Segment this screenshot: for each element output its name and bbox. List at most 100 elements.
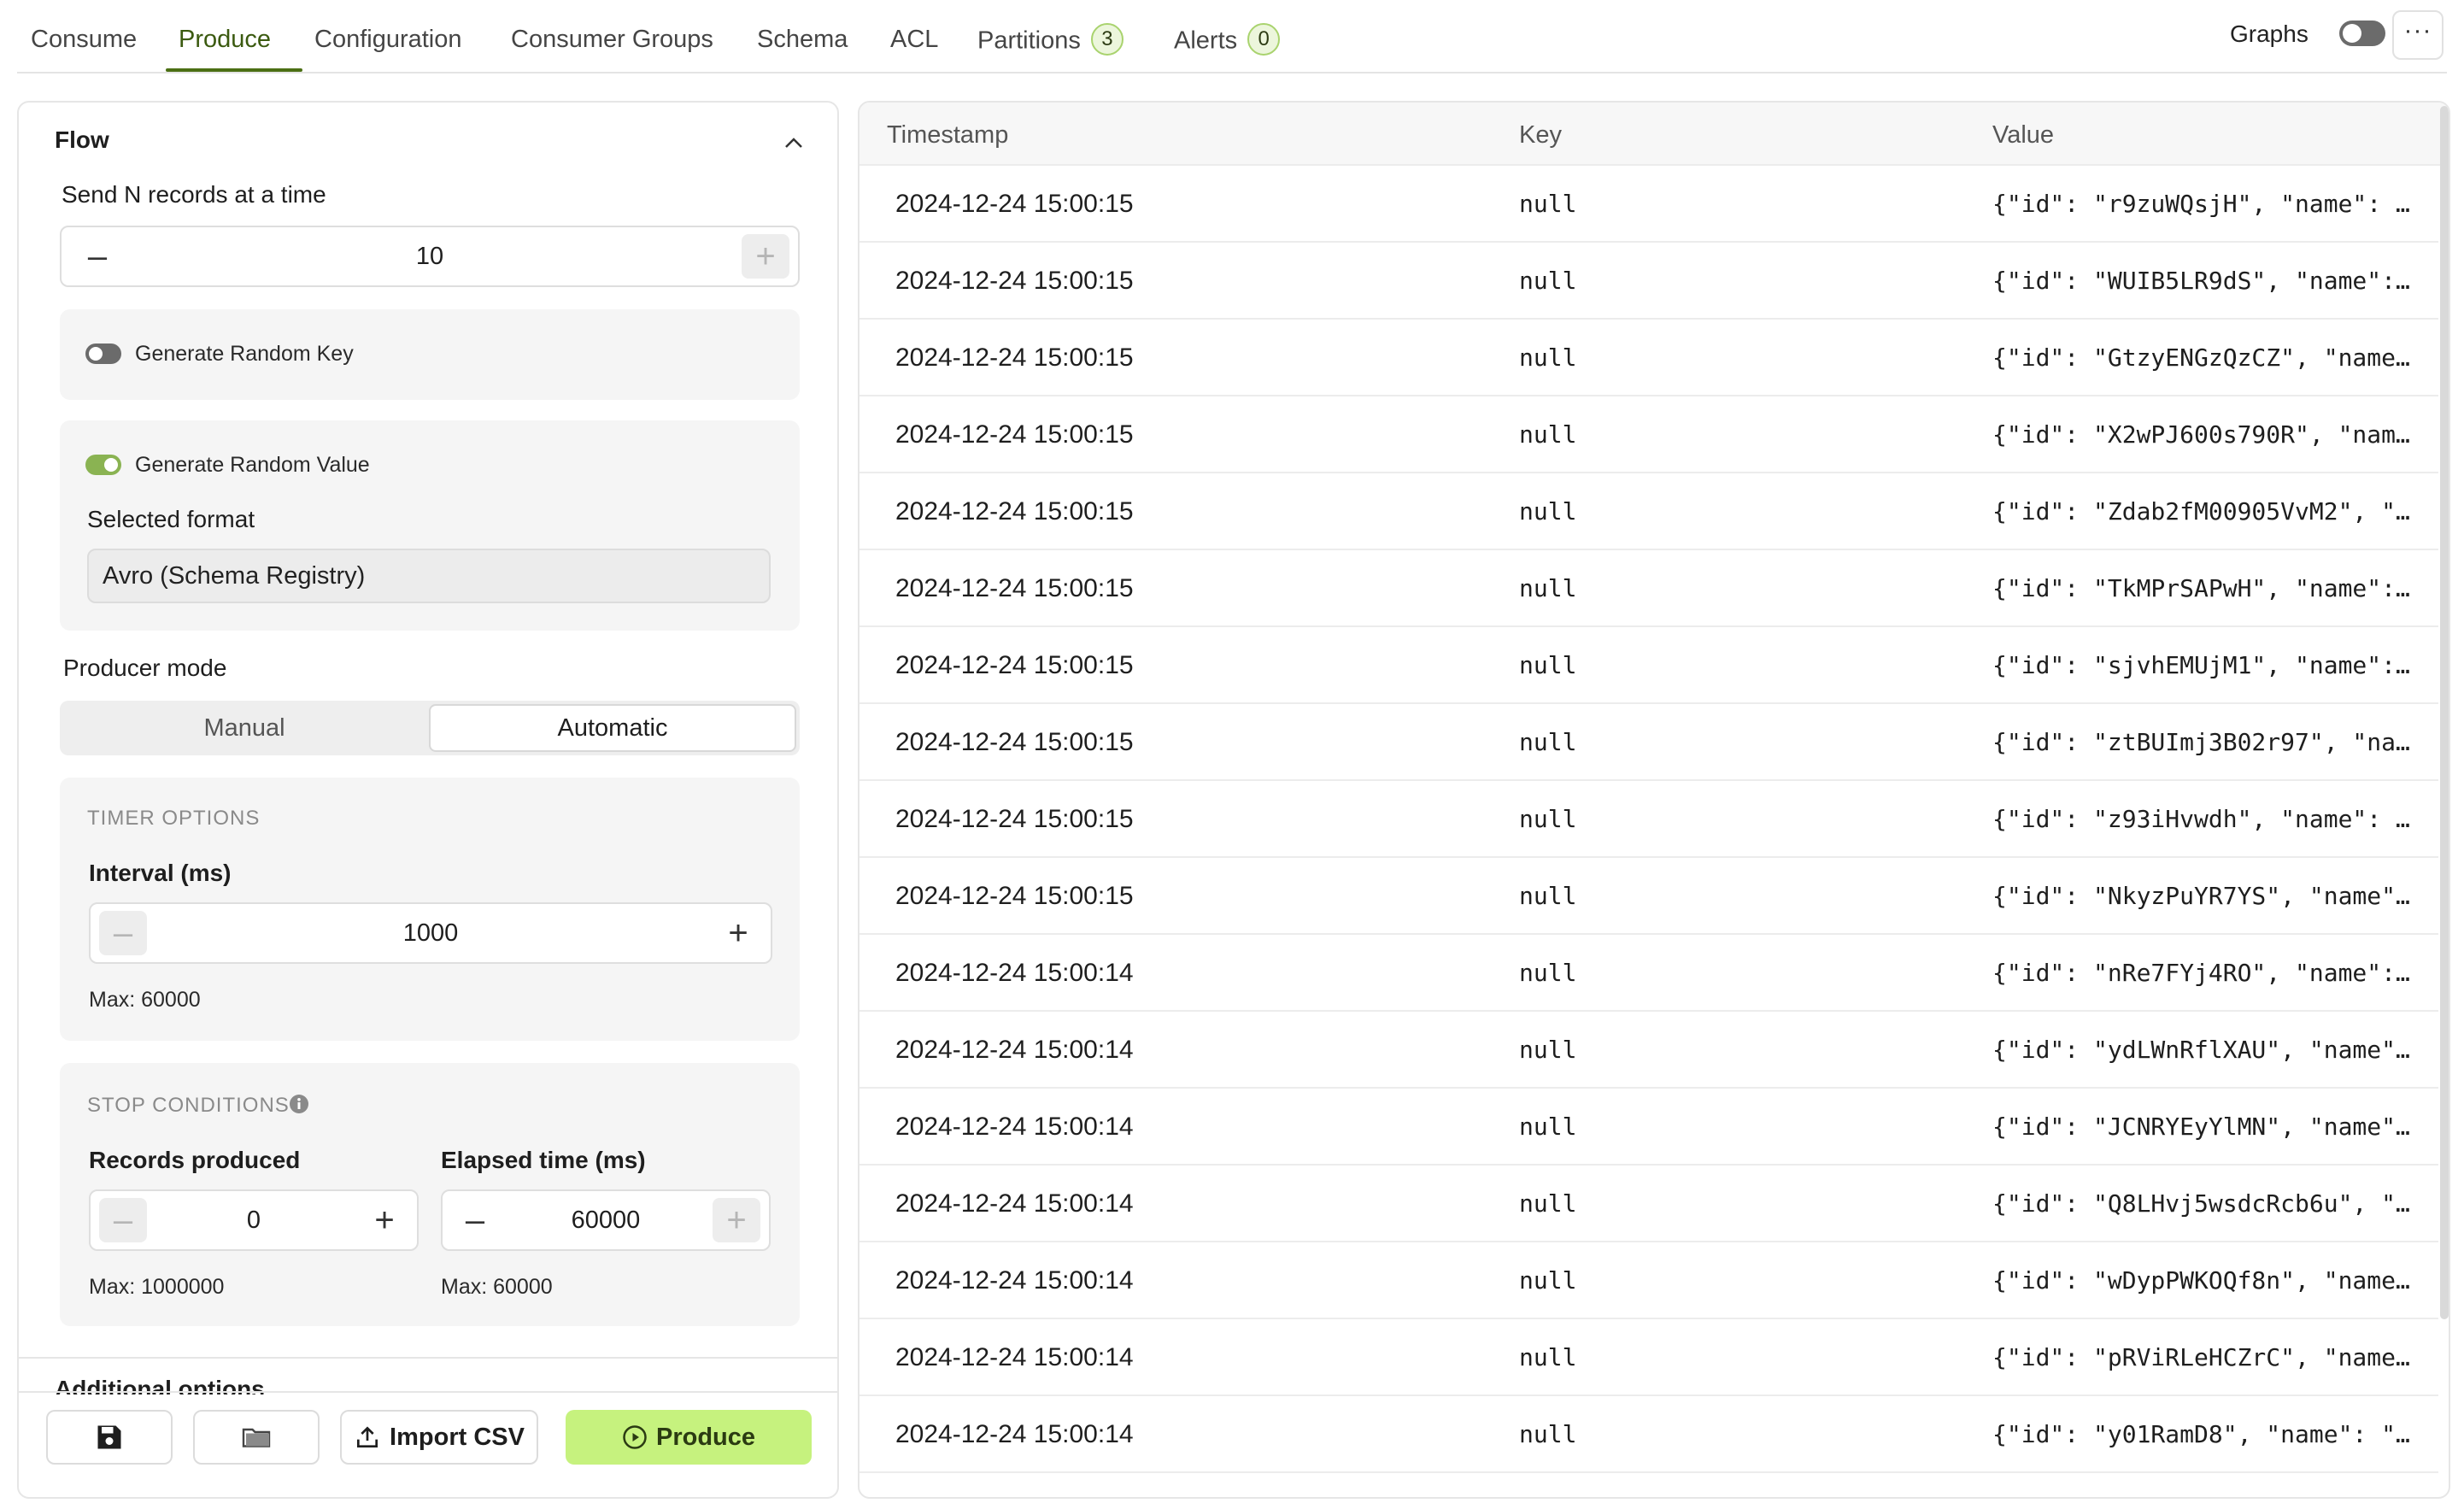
tab-label: Consume [31,26,138,53]
graphs-toggle[interactable] [2339,21,2385,46]
vertical-scrollbar[interactable] [2440,106,2449,1319]
decrement-button[interactable]: – [99,911,147,955]
table-row[interactable]: 2024-12-24 15:00:15 null {"id": "z93iHvwdh… [859,781,2438,858]
value-cell: {"id": "TkMPrSAPwH", "name":… [1992,574,2410,602]
table-row[interactable]: 2024-12-24 15:00:15 null {"id": "NkyzPuYR7… [859,858,2438,935]
tab-label: Produce [179,26,272,53]
elapsed-time-stepper[interactable]: 60000 – + [441,1189,771,1251]
timestamp-cell: 2024-12-24 15:00:14 [895,1420,1134,1448]
active-tab-indicator [166,68,302,72]
tab-configuration[interactable]: Configuration [314,26,462,54]
decrement-button[interactable]: – [73,234,121,279]
table-row[interactable]: 2024-12-24 15:00:15 null {"id": "r9zuWQsjH… [859,166,2438,243]
stepper-value: 1000 [402,919,459,947]
tab-label: Schema [757,26,848,53]
table-row[interactable]: 2024-12-24 15:00:15 null {"id": "ztBUImj3B… [859,704,2438,781]
key-cell: null [1519,805,1577,833]
random-key-toggle[interactable] [85,343,121,364]
table-row[interactable]: 2024-12-24 15:00:15 null {"id": "WUIB5LR9d… [859,243,2438,320]
table-row[interactable]: 2024-12-24 15:00:14 null {"id": "y01RamD8"… [859,1396,2438,1473]
increment-button[interactable]: + [742,234,789,279]
key-cell: null [1519,959,1577,987]
chevron-up-icon[interactable] [781,130,807,156]
key-cell: null [1519,343,1577,372]
increment-button[interactable]: + [713,1198,760,1242]
table-row[interactable]: 2024-12-24 15:00:14 null {"id": "Q8LHvj5ws… [859,1166,2438,1242]
more-icon: ··· [2403,16,2432,44]
tab-acl[interactable]: ACL [890,26,938,54]
value-cell: {"id": "Q8LHvj5wsdcRcb6u", "… [1992,1189,2410,1218]
tab-consume[interactable]: Consume [31,26,137,54]
table-row[interactable]: 2024-12-24 15:00:14 null {"id": "wDypPWKOQ… [859,1242,2438,1319]
send-n-records-stepper[interactable]: 10 – + [60,226,800,287]
timestamp-cell: 2024-12-24 15:00:15 [895,574,1134,602]
format-select[interactable]: Avro (Schema Registry) [87,549,771,603]
folder-icon [242,1428,271,1447]
interval-label: Interval (ms) [89,860,232,886]
timestamp-cell: 2024-12-24 15:00:15 [895,190,1134,218]
random-key-label: Generate Random Key [135,342,354,366]
info-icon[interactable] [289,1094,309,1114]
value-cell: {"id": "NkyzPuYR7YS", "name"… [1992,882,2410,910]
table-row[interactable]: 2024-12-24 15:00:14 null {"id": "pRViRLeHC… [859,1319,2438,1396]
table-row[interactable]: 2024-12-24 15:00:15 null {"id": "GtzyENGzQ… [859,320,2438,396]
save-button[interactable] [46,1410,173,1465]
table-row[interactable]: 2024-12-24 15:00:14 null {"id": "JCNRYEyYl… [859,1089,2438,1166]
timer-options-caption: TIMER OPTIONS [87,807,261,830]
upload-icon [357,1426,378,1447]
timestamp-cell: 2024-12-24 15:00:15 [895,267,1134,295]
table-row[interactable]: 2024-12-24 15:00:15 null {"id": "X2wPJ600s… [859,396,2438,473]
increment-button[interactable]: + [361,1198,408,1242]
produce-button[interactable]: Produce [566,1410,812,1465]
key-cell: null [1519,882,1577,910]
interval-stepper[interactable]: 1000 – + [89,902,772,964]
table-row[interactable]: 2024-12-24 15:00:15 null {"id": "Zdab2fM00… [859,473,2438,550]
key-cell: null [1519,574,1577,602]
plus-icon: + [755,237,776,275]
random-value-toggle[interactable] [85,455,121,475]
timestamp-cell: 2024-12-24 15:00:14 [895,959,1134,987]
tab-consumer-groups[interactable]: Consumer Groups [511,26,713,54]
table-row[interactable]: 2024-12-24 15:00:14 null {"id": "nRe7FYj4R… [859,935,2438,1012]
value-cell: {"id": "ztBUImj3B02r97", "na… [1992,728,2410,756]
records-produced-stepper[interactable]: 0 – + [89,1189,419,1251]
mode-automatic-option[interactable]: Automatic [429,704,796,752]
decrement-button[interactable]: – [99,1198,147,1242]
table-row[interactable]: 2024-12-24 15:00:15 null {"id": "TkMPrSAPw… [859,550,2438,627]
tab-schema[interactable]: Schema [757,26,848,54]
increment-button[interactable]: + [714,911,762,955]
timestamp-cell: 2024-12-24 15:00:14 [895,1036,1134,1064]
section-divider [19,1357,837,1359]
value-cell: {"id": "JCNRYEyYlMN", "name"… [1992,1113,2410,1141]
value-cell: {"id": "sjvhEMUjM1", "name":… [1992,651,2410,679]
import-csv-button[interactable]: Import CSV [340,1410,538,1465]
more-options-button[interactable]: ··· [2392,10,2443,60]
graphs-label: Graphs [2230,21,2309,47]
key-cell: null [1519,1113,1577,1141]
decrement-button[interactable]: – [451,1198,499,1242]
timestamp-cell: 2024-12-24 15:00:15 [895,497,1134,526]
tab-alerts[interactable]: Alerts 0 [1174,23,1281,58]
toggle-knob [2343,24,2361,43]
interval-max-hint: Max: 60000 [89,988,201,1012]
column-header-timestamp[interactable]: Timestamp [887,121,1008,150]
tab-produce[interactable]: Produce [179,26,271,54]
timestamp-cell: 2024-12-24 15:00:15 [895,343,1134,372]
producer-mode-label: Producer mode [63,655,227,681]
stop-conditions-caption: STOP CONDITIONS [87,1094,290,1117]
table-row[interactable]: 2024-12-24 15:00:15 null {"id": "sjvhEMUjM… [859,627,2438,704]
flow-section-title: Flow [55,126,109,153]
open-file-button[interactable] [193,1410,320,1465]
tab-partitions[interactable]: Partitions 3 [977,23,1123,58]
value-cell: {"id": "X2wPJ600s790R", "nam… [1992,420,2410,449]
plus-icon: + [726,1201,747,1239]
column-header-key[interactable]: Key [1519,121,1562,150]
mode-manual-option[interactable]: Manual [63,704,425,752]
column-header-value[interactable]: Value [1992,121,2054,150]
timestamp-cell: 2024-12-24 15:00:15 [895,882,1134,910]
table-row[interactable]: 2024-12-24 15:00:14 null {"id": "ydLWnRflX… [859,1012,2438,1089]
timestamp-cell: 2024-12-24 15:00:15 [895,805,1134,833]
producer-mode-toggle: Manual Automatic [60,701,800,755]
plus-icon: + [374,1201,395,1239]
timestamp-cell: 2024-12-24 15:00:14 [895,1266,1134,1295]
